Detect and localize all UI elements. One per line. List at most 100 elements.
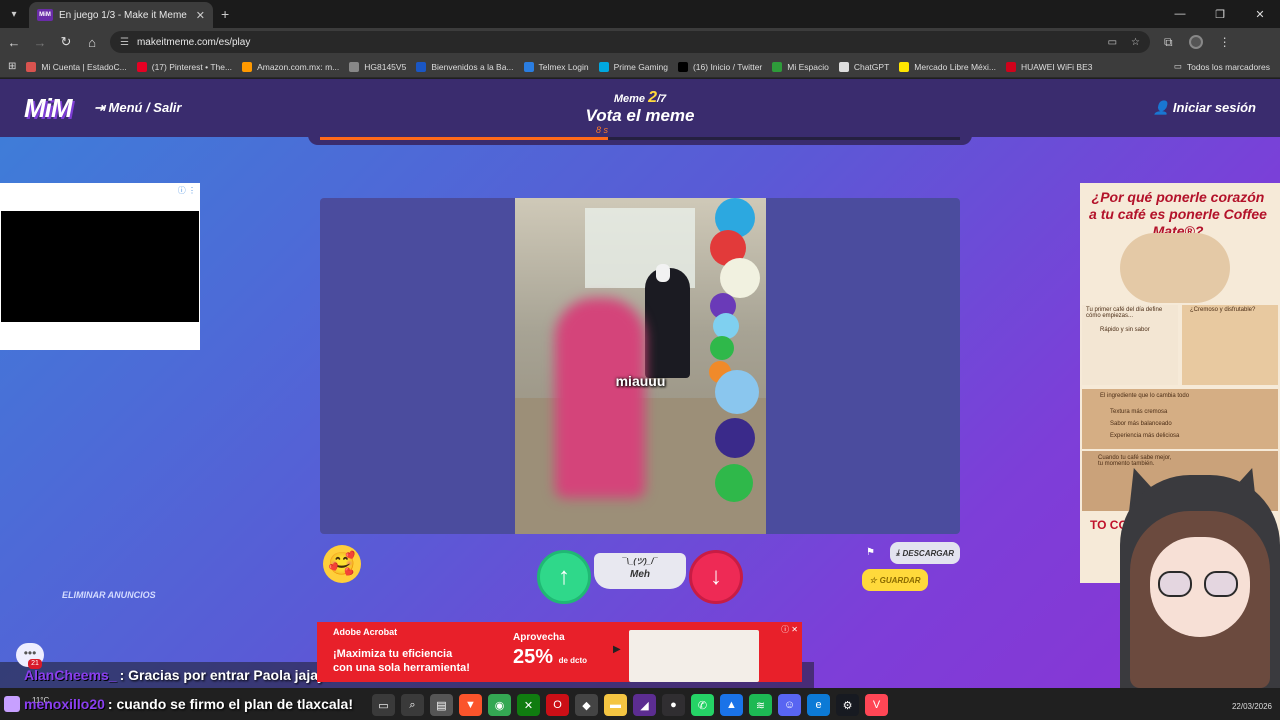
- restore-icon[interactable]: ❐: [1200, 0, 1240, 28]
- widgets-icon[interactable]: [4, 696, 20, 712]
- home-icon[interactable]: ⌂: [80, 30, 104, 54]
- browser-tabbar: ▾ MiM En juego 1/3 - Make it Meme ✕ + — …: [0, 0, 1280, 28]
- bookmark-item[interactable]: Prime Gaming: [598, 61, 668, 72]
- balloon: [713, 313, 739, 339]
- window-controls: — ❐ ✕: [1160, 0, 1280, 28]
- url-text: makeitmeme.com/es/play: [136, 36, 251, 48]
- close-window-icon[interactable]: ✕: [1240, 0, 1280, 28]
- forward-icon[interactable]: →: [28, 30, 52, 54]
- bookmark-item[interactable]: Bienvenidos a la Ba...: [416, 61, 514, 72]
- ad-close-icon[interactable]: ⓘ ✕: [781, 624, 798, 635]
- bookmark-favicon-icon: [1006, 61, 1017, 72]
- bookmark-favicon-icon: [772, 61, 783, 72]
- tab-active[interactable]: MiM En juego 1/3 - Make it Meme ✕: [29, 2, 213, 28]
- emoji-reaction-button[interactable]: 🥰: [323, 545, 361, 583]
- glasses-right: [1204, 571, 1238, 597]
- ad-bottom-apro: Aprovecha: [513, 632, 565, 643]
- bookmark-favicon-icon: [136, 61, 147, 72]
- chat-user: AlanCheems_: [24, 667, 117, 683]
- bookmark-item[interactable]: HUAWEI WiFi BE3: [1006, 61, 1093, 72]
- timer-progress: [308, 135, 972, 145]
- ad-right-text: El ingrediente que lo cambia todo: [1100, 393, 1190, 399]
- ad-right-image: [1120, 233, 1230, 303]
- meme-image: miauuu: [515, 198, 766, 534]
- ad-arrow-icon: ▶: [613, 644, 621, 655]
- bookmark-label: Amazon.com.mx: m...: [257, 61, 340, 72]
- user-icon: 👤: [1153, 100, 1173, 115]
- tab-search-icon[interactable]: ▾: [3, 3, 25, 25]
- ad-bottom-brand: Adobe Acrobat: [333, 627, 398, 637]
- ad-bottom[interactable]: Adobe Acrobat ¡Maximiza tu eficiencia co…: [317, 622, 802, 682]
- meme-figure-pink: [555, 298, 645, 498]
- bookmark-favicon-icon: [416, 61, 427, 72]
- ad-left[interactable]: ⓘ ⋮: [0, 183, 200, 350]
- bookmark-star-icon[interactable]: ☆: [1131, 37, 1140, 48]
- download-icon: ⤓: [895, 548, 900, 557]
- glasses-left: [1158, 571, 1192, 597]
- upvote-button[interactable]: ↑: [537, 550, 591, 604]
- bookmark-item[interactable]: Mi Espacio: [772, 61, 829, 72]
- ad-right-text: Textura más cremosa: [1110, 409, 1168, 415]
- balloon: [710, 336, 734, 360]
- round-counter: Meme 2/7: [0, 89, 1280, 107]
- ad-right-text: Rápido y sin sabor: [1100, 327, 1150, 333]
- bookmark-item[interactable]: ChatGPT: [838, 61, 889, 72]
- new-tab-icon[interactable]: +: [221, 6, 229, 22]
- apps-grid-icon[interactable]: ⊞: [8, 61, 16, 72]
- cast-icon[interactable]: ▭: [1108, 37, 1117, 48]
- round-total: /7: [656, 93, 667, 105]
- chat-user: menoxillo20: [24, 696, 105, 712]
- bookmark-item[interactable]: Mi Cuenta | EstadoC...: [26, 61, 127, 72]
- login-label: Iniciar sesión: [1172, 100, 1256, 115]
- save-button[interactable]: ☆ GUARDAR: [862, 569, 928, 591]
- bookmark-item[interactable]: Amazon.com.mx: m...: [242, 61, 340, 72]
- meme-caption: miauuu: [615, 373, 666, 389]
- bookmark-item[interactable]: (17) Pinterest • The...: [136, 61, 233, 72]
- bookmark-favicon-icon: [242, 61, 253, 72]
- game-page: MiM ⇥ Menú / Salir Meme 2/7 Vota el meme…: [0, 79, 1280, 688]
- save-label: GUARDAR: [879, 575, 921, 585]
- bookmark-label: HUAWEI WiFi BE3: [1021, 61, 1093, 72]
- url-field[interactable]: ☰ makeitmeme.com/es/play ▭ ☆: [110, 31, 1150, 53]
- bookmark-favicon-icon: [26, 61, 37, 72]
- all-bookmarks[interactable]: ▭ Todos los marcadores: [1174, 61, 1270, 72]
- timer-track: [320, 137, 960, 140]
- remove-ads-link[interactable]: ELIMINAR ANUNCIOS: [62, 590, 156, 600]
- bookmark-label: HG8145V5: [364, 61, 407, 72]
- bookmark-label: Mi Espacio: [787, 61, 829, 72]
- smiling-face-icon: 🥰: [328, 551, 356, 576]
- ad-right-text: Cuando tu café sabe mejor, tu momento ta…: [1098, 455, 1172, 467]
- bookmark-item[interactable]: HG8145V5: [349, 61, 407, 72]
- extensions-icon[interactable]: ⧉: [1164, 35, 1173, 50]
- round-info: Meme 2/7 Vota el meme: [0, 89, 1280, 126]
- profile-avatar[interactable]: [1188, 35, 1203, 49]
- bookmark-item[interactable]: Mercado Libre Méxi...: [899, 61, 996, 72]
- tab-close-icon[interactable]: ✕: [196, 9, 205, 22]
- bookmark-favicon-icon: [523, 61, 534, 72]
- login-button[interactable]: 👤 Iniciar sesión: [1153, 100, 1256, 116]
- arrow-down-icon: ↓: [710, 563, 722, 590]
- meh-button[interactable]: ¯\_(ツ)_/¯ Meh: [594, 553, 686, 589]
- minimize-icon[interactable]: —: [1160, 0, 1200, 28]
- bookmark-favicon-icon: [598, 61, 609, 72]
- bookmark-label: (17) Pinterest • The...: [151, 61, 233, 72]
- vote-title: Vota el meme: [585, 106, 695, 125]
- reload-icon[interactable]: ↻: [54, 30, 78, 54]
- browser-menu-icon[interactable]: ⋮: [1219, 35, 1231, 49]
- address-bar: ← → ↻ ⌂ ☰ makeitmeme.com/es/play ▭ ☆ ⧉ ⋮: [0, 28, 1280, 56]
- site-info-icon[interactable]: ☰: [120, 37, 129, 48]
- ad-video-placeholder[interactable]: [1, 211, 199, 322]
- ad-info-icon[interactable]: ⓘ ⋮: [178, 185, 196, 196]
- download-label: DESCARGAR: [902, 548, 955, 558]
- ad-right-headline: ¿Por qué ponerle corazón a tu café es po…: [1089, 189, 1267, 239]
- downvote-button[interactable]: ↓: [689, 550, 743, 604]
- ad-bottom-image: [629, 630, 759, 682]
- report-flag-icon[interactable]: ⚑: [866, 547, 875, 558]
- download-button[interactable]: ⤓ DESCARGAR: [890, 542, 960, 564]
- back-icon[interactable]: ←: [2, 30, 26, 54]
- meme-figure-dark: [645, 268, 690, 378]
- meh-label: Meh: [630, 569, 650, 580]
- bookmark-favicon-icon: [677, 61, 688, 72]
- bookmark-item[interactable]: Telmex Login: [523, 61, 589, 72]
- bookmark-item[interactable]: (16) Inicio / Twitter: [677, 61, 762, 72]
